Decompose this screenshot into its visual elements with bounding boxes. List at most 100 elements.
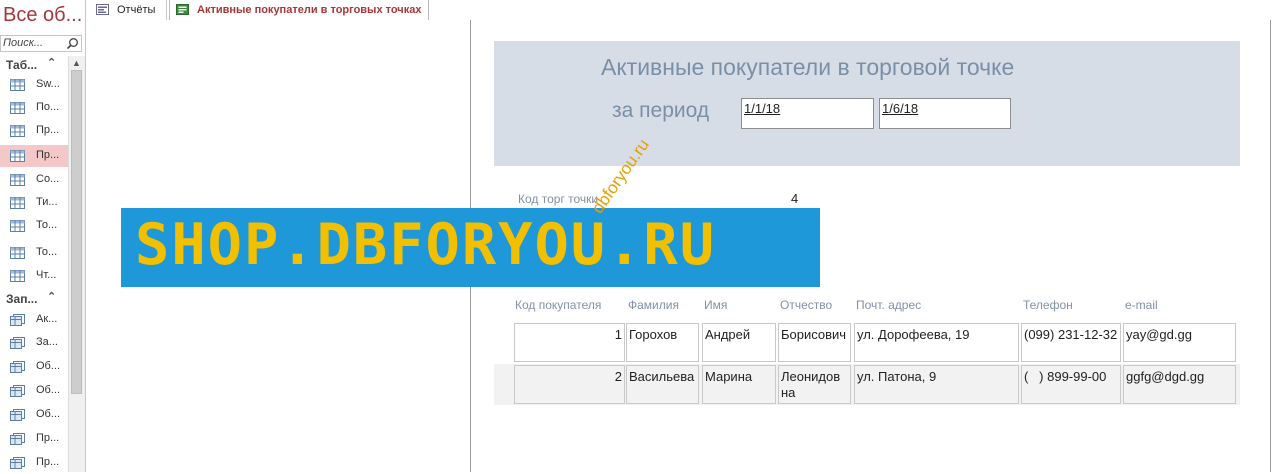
- shop-code-value: 4: [791, 191, 799, 206]
- nav-item-query[interactable]: Пр...: [0, 428, 68, 450]
- table-row: 1 Горохов Андрей Борисович ул. Дорофеева…: [494, 322, 1240, 363]
- group-tables-label: Таб...: [6, 58, 38, 72]
- tab-label: Отчёты: [117, 4, 156, 16]
- nav-search-input[interactable]: Поиск...: [0, 35, 82, 52]
- table-icon: [10, 220, 25, 232]
- tab-reports[interactable]: Отчёты: [90, 0, 167, 20]
- column-header: Фамилия: [628, 298, 679, 312]
- nav-item-table-selected[interactable]: Пр...: [0, 145, 68, 167]
- nav-item-label: За...: [36, 336, 58, 348]
- nav-item-table[interactable]: То...: [0, 215, 68, 237]
- date-to-value: 1/6/18: [882, 101, 919, 116]
- nav-pane-title[interactable]: Все об...: [3, 4, 82, 27]
- nav-item-table[interactable]: По...: [0, 97, 68, 119]
- nav-item-label: Об...: [36, 360, 61, 372]
- cell-address[interactable]: ул. Дорофеева, 19: [854, 323, 1019, 362]
- table-icon: [10, 79, 25, 91]
- cell-phone[interactable]: (099) 231-12-32: [1021, 323, 1121, 362]
- nav-item-table[interactable]: Со...: [0, 169, 68, 191]
- nav-item-label: Ти...: [36, 196, 58, 208]
- cell-middle-name[interactable]: Леонидов на: [778, 365, 851, 404]
- table-icon: [10, 102, 25, 114]
- tab-label: Активные покупатели в торговых точках: [197, 4, 422, 16]
- nav-item-label: Ак...: [36, 313, 58, 325]
- nav-item-label: По...: [36, 101, 60, 113]
- cell-middle-name[interactable]: Борисович: [778, 323, 851, 362]
- column-header: Почт. адрес: [856, 298, 922, 312]
- nav-item-table[interactable]: То...: [0, 242, 68, 264]
- nav-item-label: Пр...: [36, 149, 60, 161]
- table-icon: [10, 174, 25, 186]
- search-icon[interactable]: [66, 37, 79, 50]
- nav-item-label: Пр...: [36, 432, 60, 444]
- nav-item-label: Sw...: [36, 78, 60, 90]
- nav-item-query[interactable]: Об...: [0, 380, 68, 402]
- column-header: Код покупателя: [515, 298, 602, 312]
- cell-email[interactable]: ggfg@dgd.gg: [1123, 365, 1236, 404]
- cell-phone[interactable]: ( ) 899-99-00: [1021, 365, 1121, 404]
- table-icon: [10, 125, 25, 137]
- nav-item-query[interactable]: Ак...: [0, 309, 68, 331]
- collapse-chevron-icon[interactable]: ⌃: [47, 290, 56, 303]
- column-header: Имя: [704, 298, 728, 312]
- group-tables-header[interactable]: Таб... ⌃: [0, 56, 68, 74]
- collapse-chevron-icon[interactable]: ⌃: [47, 56, 56, 69]
- table-icon: [10, 150, 25, 162]
- report-icon: [176, 4, 189, 15]
- cell-first-name[interactable]: Марина: [702, 365, 776, 404]
- cell-buyer-id[interactable]: 2: [514, 365, 625, 404]
- cell-last-name[interactable]: Васильева: [626, 365, 699, 404]
- nav-item-label: То...: [36, 219, 58, 231]
- nav-item-query[interactable]: Об...: [0, 404, 68, 426]
- query-icon: [10, 433, 25, 445]
- period-label: за период: [612, 99, 710, 122]
- shop-code-label: Код торг точки: [518, 192, 599, 206]
- date-from-field[interactable]: 1/1/18: [741, 98, 874, 129]
- scrollbar-thumb[interactable]: [71, 70, 82, 394]
- form-icon: [96, 4, 109, 15]
- cell-email[interactable]: yay@gd.gg: [1123, 323, 1236, 362]
- nav-item-label: Со...: [36, 173, 60, 185]
- report-title: Активные покупатели в торговой точке: [601, 54, 1015, 80]
- date-to-field[interactable]: 1/6/18: [879, 98, 1011, 129]
- nav-item-label: Об...: [36, 408, 61, 420]
- search-placeholder: Поиск...: [3, 37, 44, 49]
- nav-item-label: Чт...: [36, 269, 57, 281]
- column-header: e-mail: [1125, 298, 1158, 312]
- date-from-value: 1/1/18: [744, 101, 781, 116]
- table-icon: [10, 247, 25, 259]
- column-header: Телефон: [1023, 298, 1073, 312]
- nav-item-query[interactable]: За...: [0, 332, 68, 354]
- table-row: 2 Васильева Марина Леонидов на ул. Патон…: [494, 364, 1240, 405]
- cell-address[interactable]: ул. Патона, 9: [854, 365, 1019, 404]
- query-icon: [10, 337, 25, 349]
- watermark-text: SHOP.DBFORYOU.RU: [135, 212, 717, 278]
- nav-item-query[interactable]: Об...: [0, 356, 68, 378]
- query-icon: [10, 385, 25, 397]
- cell-buyer-id[interactable]: 1: [514, 323, 625, 362]
- query-icon: [10, 361, 25, 373]
- nav-scrollbar[interactable]: ▲: [68, 56, 85, 472]
- cell-first-name[interactable]: Андрей: [702, 323, 776, 362]
- navigation-pane: Все об... Поиск... Таб... ⌃ Sw... По... …: [0, 0, 86, 472]
- nav-item-label: То...: [36, 246, 58, 258]
- scroll-up-arrow-icon[interactable]: ▲: [72, 58, 81, 68]
- nav-item-table[interactable]: Ти...: [0, 192, 68, 214]
- nav-item-table[interactable]: Sw...: [0, 74, 68, 96]
- nav-item-table[interactable]: Чт...: [0, 265, 68, 287]
- query-icon: [10, 457, 25, 469]
- nav-item-table[interactable]: Пр...: [0, 120, 68, 142]
- query-icon: [10, 409, 25, 421]
- page-border-right: [1270, 20, 1271, 472]
- group-queries-label: Зап...: [6, 292, 38, 306]
- nav-item-query[interactable]: Пр...: [0, 452, 68, 474]
- nav-item-label: Пр...: [36, 456, 60, 468]
- table-icon: [10, 270, 25, 282]
- column-header: Отчество: [780, 298, 833, 312]
- group-queries-header[interactable]: Зап... ⌃: [0, 290, 68, 308]
- table-icon: [10, 197, 25, 209]
- query-icon: [10, 314, 25, 326]
- cell-last-name[interactable]: Горохов: [626, 323, 699, 362]
- nav-item-label: Об...: [36, 384, 61, 396]
- tab-active-buyers-report[interactable]: Активные покупатели в торговых точках: [169, 0, 429, 21]
